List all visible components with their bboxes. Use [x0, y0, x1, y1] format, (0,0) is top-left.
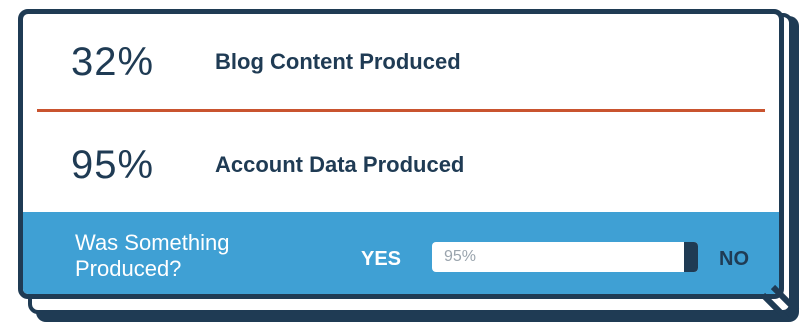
divider — [37, 109, 765, 112]
stat-label: Blog Content Produced — [215, 49, 461, 74]
no-label: NO — [719, 248, 749, 270]
yes-label: YES — [361, 248, 402, 270]
stat-percent: 95% — [71, 142, 155, 187]
slider-handle[interactable] — [684, 242, 698, 272]
question-text: Was Something Produced? — [75, 230, 230, 281]
stats-card: 32% Blog Content Produced 95% Account Da… — [18, 9, 784, 299]
stat-label: Account Data Produced — [215, 152, 465, 177]
stat-row-account: 95% Account Data Produced — [23, 118, 779, 212]
stat-percent: 32% — [71, 39, 155, 84]
stat-row-blog: 32% Blog Content Produced — [23, 14, 779, 110]
yes-no-slider[interactable]: 95% — [432, 242, 698, 272]
slider-value: 95% — [444, 248, 477, 265]
question-band: Was Something Produced? YES 95% NO — [23, 212, 779, 294]
